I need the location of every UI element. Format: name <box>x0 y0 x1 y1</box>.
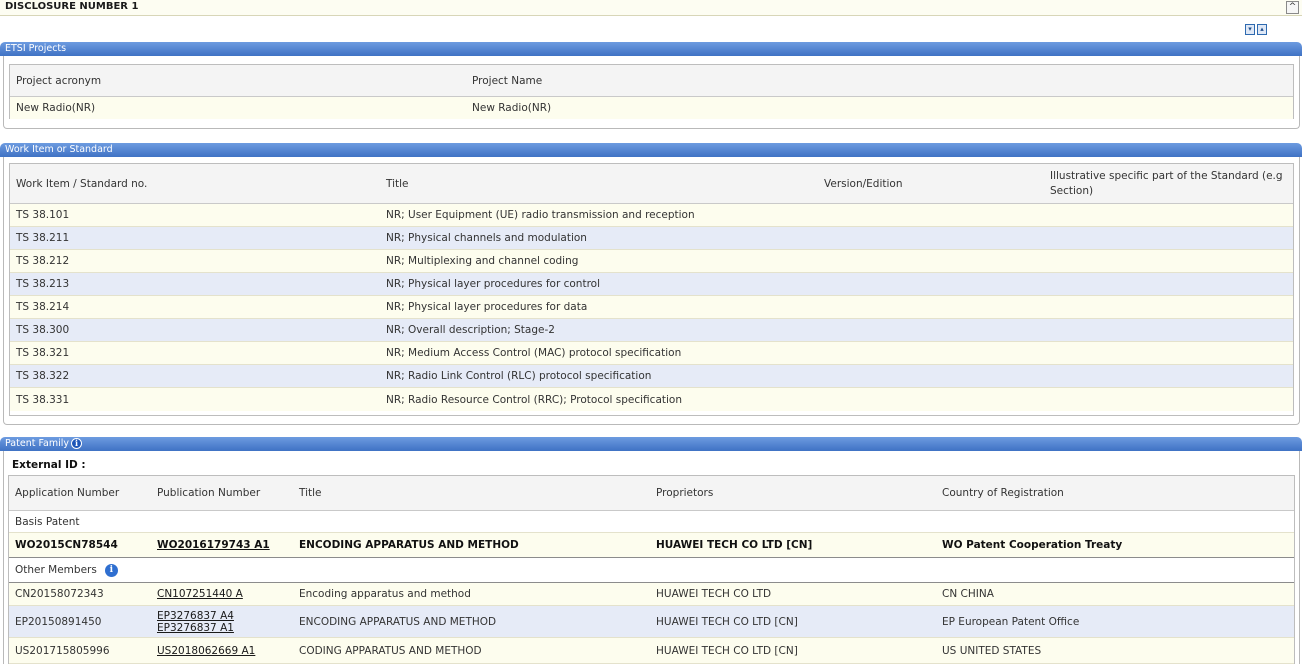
project-acronym: New Radio(NR) <box>16 102 96 114</box>
proprietors: HUAWEI TECH CO LTD <box>656 588 772 600</box>
publication-number-link[interactable]: CN107251440 A <box>157 588 243 600</box>
column-header: Title <box>386 177 409 190</box>
project-name: New Radio(NR) <box>472 102 552 114</box>
column-header: Project Name <box>472 74 543 87</box>
table-row: TS 38.300 NR; Overall description; Stage-… <box>10 319 1293 342</box>
other-members-text: Other Members <box>15 564 97 576</box>
proprietors: HUAWEI TECH CO LTD [CN] <box>656 644 798 657</box>
work-item-panel-header[interactable]: Work Item or Standard <box>0 143 1302 157</box>
standard-title: NR; Medium Access Control (MAC) protocol… <box>386 347 682 359</box>
standard-number: TS 38.214 <box>16 301 70 313</box>
patent-title: CODING APPARATUS AND METHOD <box>299 644 482 657</box>
work-item-table: Work Item / Standard no. Title Version/E… <box>9 163 1294 416</box>
table-row: EP20150891450 EP3276837 A4 EP3276837 A1 ENC… <box>9 606 1294 638</box>
publication-numbers: US2018062669 A1 <box>157 638 255 663</box>
toolbar-icons: ▾ ▴ <box>1245 24 1269 36</box>
basis-patent-label-row: Basis Patent <box>9 511 1294 533</box>
column-header: Project acronym <box>16 74 102 87</box>
publication-number-link[interactable]: EP3276837 A4 <box>157 610 234 622</box>
country-of-registration: EP European Patent Office <box>942 615 1080 628</box>
publication-numbers: EP3276837 A4 EP3276837 A1 <box>157 606 234 637</box>
collapse-chevron-icon[interactable]: ^ <box>1286 1 1299 14</box>
column-header: Work Item / Standard no. <box>16 177 148 190</box>
disclosure-header: DISCLOSURE NUMBER 1 ^ <box>0 0 1302 16</box>
patent-family-panel-header[interactable]: Patent Family i <box>0 437 1302 451</box>
patent-title: Encoding apparatus and method <box>299 588 471 600</box>
patent-title: ENCODING APPARATUS AND METHOD <box>299 615 497 628</box>
column-header: Proprietors <box>656 487 714 499</box>
column-header: Publication Number <box>157 487 261 499</box>
table-row: TS 38.214 NR; Physical layer procedures f… <box>10 296 1293 319</box>
standard-number: TS 38.321 <box>16 347 70 359</box>
table-header-row: Work Item / Standard no. Title Version/E… <box>10 164 1293 204</box>
standard-title: NR; Radio Resource Control (RRC); Protoc… <box>386 393 682 406</box>
other-members-label-row: Other Members i <box>9 558 1294 583</box>
standard-number: TS 38.212 <box>16 255 70 267</box>
table-header-row: Project acronym Project Name <box>10 65 1293 97</box>
standard-number: TS 38.331 <box>16 393 70 406</box>
work-item-title: Work Item or Standard <box>5 144 113 155</box>
proprietors: HUAWEI TECH CO LTD [CN] <box>656 539 813 551</box>
table-row: TS 38.101 NR; User Equipment (UE) radio t… <box>10 204 1293 227</box>
info-icon[interactable]: i <box>104 563 118 577</box>
column-header: Application Number <box>15 487 120 499</box>
table-row: US201715805996 US2018062669 A1 CODING APPA… <box>9 638 1294 664</box>
standard-title: NR; User Equipment (UE) radio transmissi… <box>386 209 695 221</box>
standard-number: TS 38.211 <box>16 232 70 244</box>
standard-title: NR; Radio Link Control (RLC) protocol sp… <box>386 370 652 382</box>
other-members-label: Other Members i <box>15 558 118 582</box>
standard-number: TS 38.101 <box>16 209 70 221</box>
etsi-projects-table: Project acronym Project Name New Radio(N… <box>9 64 1294 119</box>
work-item-panel: Work Item / Standard no. Title Version/E… <box>3 157 1300 425</box>
expand-all-icon[interactable]: ▾ <box>1245 24 1255 35</box>
country-of-registration: WO Patent Cooperation Treaty <box>942 539 1123 551</box>
publication-number-link[interactable]: US2018062669 A1 <box>157 645 255 657</box>
etsi-projects-panel-header[interactable]: ETSI Projects <box>0 42 1302 56</box>
table-header-row: Application Number Publication Number Ti… <box>9 476 1294 511</box>
country-of-registration: US UNITED STATES <box>942 644 1042 657</box>
standard-title: NR; Multiplexing and channel coding <box>386 255 579 267</box>
standard-number: TS 38.322 <box>16 370 70 382</box>
column-header: Version/Edition <box>824 177 903 190</box>
table-row: TS 38.322 NR; Radio Link Control (RLC) pr… <box>10 365 1293 388</box>
application-number: CN20158072343 <box>15 588 104 600</box>
standard-title: NR; Physical channels and modulation <box>386 232 587 244</box>
column-header: Title <box>299 487 322 499</box>
table-row: TS 38.331 NR; Radio Resource Control (RRC… <box>10 388 1293 411</box>
patent-family-title: Patent Family <box>5 438 70 449</box>
etsi-projects-panel: Project acronym Project Name New Radio(N… <box>3 56 1300 129</box>
etsi-projects-title: ETSI Projects <box>5 43 67 54</box>
standard-title: NR; Physical layer procedures for contro… <box>386 278 601 290</box>
patent-title: ENCODING APPARATUS AND METHOD <box>299 539 519 551</box>
disclosure-title: DISCLOSURE NUMBER 1 <box>5 1 139 12</box>
publication-numbers: CN107251440 A <box>157 583 243 605</box>
basis-patent-label: Basis Patent <box>15 515 80 528</box>
basis-patent-row: WO2015CN78544 WO2016179743 A1 ENCODING A… <box>9 533 1294 558</box>
info-icon[interactable]: i <box>71 438 83 449</box>
external-id-label: External ID : <box>12 459 86 471</box>
table-row: New Radio(NR) New Radio(NR) <box>10 97 1293 119</box>
standard-number: TS 38.300 <box>16 324 70 336</box>
application-number: WO2015CN78544 <box>15 539 118 551</box>
standard-title: NR; Physical layer procedures for data <box>386 301 588 313</box>
standard-title: NR; Overall description; Stage-2 <box>386 324 555 336</box>
application-number: US201715805996 <box>15 644 110 657</box>
patent-family-table: Application Number Publication Number Ti… <box>8 475 1295 664</box>
publication-number-link[interactable]: WO2016179743 A1 <box>157 533 270 557</box>
table-row: TS 38.211 NR; Physical channels and modul… <box>10 227 1293 250</box>
collapse-all-icon[interactable]: ▴ <box>1257 24 1267 35</box>
proprietors: HUAWEI TECH CO LTD [CN] <box>656 615 798 628</box>
column-header: Country of Registration <box>942 487 1064 499</box>
publication-number-link[interactable]: EP3276837 A1 <box>157 622 234 634</box>
table-row: TS 38.321 NR; Medium Access Control (MAC)… <box>10 342 1293 365</box>
table-row: CN20158072343 CN107251440 A Encoding appar… <box>9 583 1294 606</box>
column-header: Illustrative specific part of the Standa… <box>1050 169 1283 197</box>
country-of-registration: CN CHINA <box>942 588 994 600</box>
table-row: TS 38.213 NR; Physical layer procedures f… <box>10 273 1293 296</box>
table-row: TS 38.212 NR; Multiplexing and channel co… <box>10 250 1293 273</box>
application-number: EP20150891450 <box>15 615 102 628</box>
standard-number: TS 38.213 <box>16 278 70 290</box>
